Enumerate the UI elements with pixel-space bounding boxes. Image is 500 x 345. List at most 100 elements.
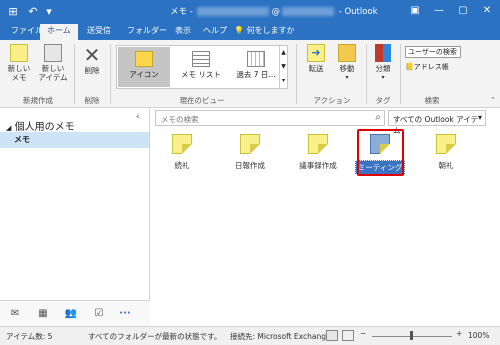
connection-status: 接続先: Microsoft Exchange bbox=[230, 332, 331, 341]
calendar-view-icon bbox=[247, 51, 265, 67]
search-people-box[interactable]: ユーザーの検索 bbox=[405, 46, 461, 58]
window-title: メモ - @ - Outlook bbox=[170, 5, 378, 17]
mail-icon[interactable]: ✉ bbox=[8, 307, 22, 321]
normal-view-icon[interactable] bbox=[326, 330, 338, 341]
ribbon-divider bbox=[296, 44, 297, 104]
forward-label: 転送 bbox=[308, 64, 324, 73]
search-scope-label: すべての Outlook アイテム bbox=[393, 115, 479, 135]
move-icon bbox=[338, 44, 356, 62]
nav-folder-notes[interactable]: メモ bbox=[0, 132, 149, 148]
outlook-app-icon[interactable]: ⊞ bbox=[6, 4, 20, 18]
icon-view-icon bbox=[135, 51, 153, 67]
ribbon-divider bbox=[366, 44, 367, 104]
move-label: 移動 bbox=[339, 64, 355, 73]
note-icon bbox=[172, 134, 192, 154]
view-note-list[interactable]: メモ リスト bbox=[173, 47, 229, 87]
more-apps-icon[interactable]: ··· bbox=[118, 307, 132, 321]
redacted-domain bbox=[281, 7, 334, 16]
tab-folder[interactable]: フォルダー bbox=[120, 24, 174, 40]
reading-view-icon[interactable] bbox=[342, 330, 354, 341]
ribbon-divider bbox=[400, 44, 401, 104]
navigation-pane: ‹ ◢ 個人用のメモ メモ bbox=[0, 108, 150, 326]
view-last-7-days-label: 過去 7 日... bbox=[236, 70, 276, 79]
note-item[interactable]: 続礼 bbox=[150, 134, 214, 171]
people-icon[interactable]: 👥 bbox=[64, 307, 78, 321]
close-button[interactable]: ✕ bbox=[480, 4, 494, 18]
title-bar: ⊞ ↶ ▾ メモ - @ - Outlook ▣ — ▢ ✕ bbox=[0, 0, 500, 22]
group-label-actions: アクション bbox=[313, 96, 351, 105]
new-items-label: 新しい アイテム bbox=[38, 64, 68, 82]
note-item[interactable]: 議事録作成 bbox=[286, 134, 350, 171]
view-note-list-label: メモ リスト bbox=[181, 70, 221, 79]
ribbon: 新しい メモ 新しい アイテム 新規作成 ✕ 削除 削除 アイコン メモ リスト… bbox=[0, 40, 500, 108]
bottom-navigation: ✉ ▦ 👥 ☑ ··· bbox=[0, 300, 150, 326]
categorize-button[interactable]: 分類 ▾ bbox=[370, 44, 396, 82]
view-icon-label: アイコン bbox=[129, 70, 159, 79]
lightbulb-icon: 💡 bbox=[234, 26, 244, 35]
group-label-find: 検索 bbox=[424, 96, 440, 105]
delete-button[interactable]: ✕ 削除 bbox=[78, 44, 106, 75]
tab-home[interactable]: ホーム bbox=[40, 24, 78, 40]
search-notes-box[interactable]: メモの検索 ⌕ bbox=[155, 110, 385, 126]
nav-section-my-notes[interactable]: ◢ 個人用のメモ bbox=[6, 118, 75, 133]
new-items-icon bbox=[44, 44, 62, 62]
new-items-button[interactable]: 新しい アイテム bbox=[36, 44, 70, 82]
restore-button[interactable]: ▢ bbox=[456, 4, 470, 18]
tab-view[interactable]: 表示 bbox=[168, 24, 198, 40]
tell-me-box[interactable]: 💡 何をしますか bbox=[234, 24, 295, 38]
search-icon[interactable]: ⌕ bbox=[375, 112, 381, 123]
ribbon-divider bbox=[74, 44, 75, 104]
address-book-button[interactable]: 📒アドレス帳 bbox=[405, 62, 449, 72]
sync-status: すべてのフォルダーが最新の状態です。 bbox=[88, 332, 222, 341]
group-label-new: 新規作成 bbox=[23, 96, 53, 105]
chevron-down-icon: ▾ bbox=[477, 113, 482, 122]
categorize-icon bbox=[375, 44, 391, 62]
forward-button[interactable]: ➜ 転送 bbox=[302, 44, 330, 73]
selection-highlight-box bbox=[357, 129, 404, 176]
delete-icon: ✕ bbox=[83, 43, 101, 67]
zoom-out-icon[interactable]: − bbox=[360, 329, 366, 338]
qat-dropdown-icon[interactable]: ▾ bbox=[42, 4, 56, 18]
note-icon bbox=[240, 134, 260, 154]
address-book-icon: 📒 bbox=[405, 63, 414, 71]
chevron-down-icon: ▾ bbox=[345, 74, 349, 81]
calendar-icon[interactable]: ▦ bbox=[36, 307, 50, 321]
address-book-label: アドレス帳 bbox=[413, 63, 449, 71]
undo-icon[interactable]: ↶ bbox=[26, 4, 40, 18]
new-note-label: 新しい メモ bbox=[7, 64, 31, 82]
move-button[interactable]: 移動 ▾ bbox=[332, 44, 362, 82]
new-note-button[interactable]: 新しい メモ bbox=[4, 44, 34, 82]
search-scope-dropdown[interactable]: すべての Outlook アイテム ▾ bbox=[388, 110, 486, 135]
note-item[interactable]: 日報作成 bbox=[218, 134, 282, 171]
view-last-7-days[interactable]: 過去 7 日... bbox=[231, 47, 281, 87]
status-bar: アイテム数: 5 すべてのフォルダーが最新の状態です。 接続先: Microso… bbox=[0, 326, 500, 345]
note-icon bbox=[436, 134, 456, 154]
delete-label: 削除 bbox=[84, 66, 100, 75]
title-at: @ bbox=[271, 7, 280, 17]
zoom-slider-thumb[interactable] bbox=[410, 331, 413, 340]
collapse-ribbon-icon[interactable]: ⌃ bbox=[490, 96, 496, 104]
note-item[interactable]: 朝礼 bbox=[414, 134, 478, 171]
ribbon-display-options-icon[interactable]: ▣ bbox=[408, 4, 422, 18]
list-view-icon bbox=[192, 51, 210, 67]
zoom-in-icon[interactable]: + bbox=[456, 329, 462, 338]
view-gallery: アイコン メモ リスト 過去 7 日... ▲ ▼ ▾ bbox=[116, 45, 288, 89]
tab-send-receive[interactable]: 送受信 bbox=[80, 24, 118, 40]
item-count: アイテム数: 5 bbox=[6, 332, 53, 341]
zoom-level[interactable]: 100% bbox=[468, 331, 489, 340]
minimize-button[interactable]: — bbox=[432, 4, 446, 18]
new-note-icon bbox=[10, 44, 28, 62]
gallery-scroll-icon[interactable]: ▲ ▼ ▾ bbox=[279, 46, 287, 88]
view-icon[interactable]: アイコン bbox=[118, 47, 170, 87]
tasks-icon[interactable]: ☑ bbox=[92, 307, 106, 321]
expand-triangle-icon: ◢ bbox=[6, 124, 12, 132]
group-label-current-view: 現在のビュー bbox=[179, 96, 225, 105]
note-label: 朝礼 bbox=[438, 161, 454, 170]
nav-collapse-icon[interactable]: ‹ bbox=[136, 112, 140, 122]
tell-me-label: 何をしますか bbox=[246, 26, 295, 35]
group-label-delete: 削除 bbox=[84, 96, 100, 105]
tab-help[interactable]: ヘルプ bbox=[196, 24, 234, 40]
chevron-down-icon: ▾ bbox=[381, 74, 385, 81]
group-label-tags: タグ bbox=[375, 96, 391, 105]
ribbon-tabs: ファイル ホーム 送受信 フォルダー 表示 ヘルプ 💡 何をしますか bbox=[0, 22, 500, 40]
